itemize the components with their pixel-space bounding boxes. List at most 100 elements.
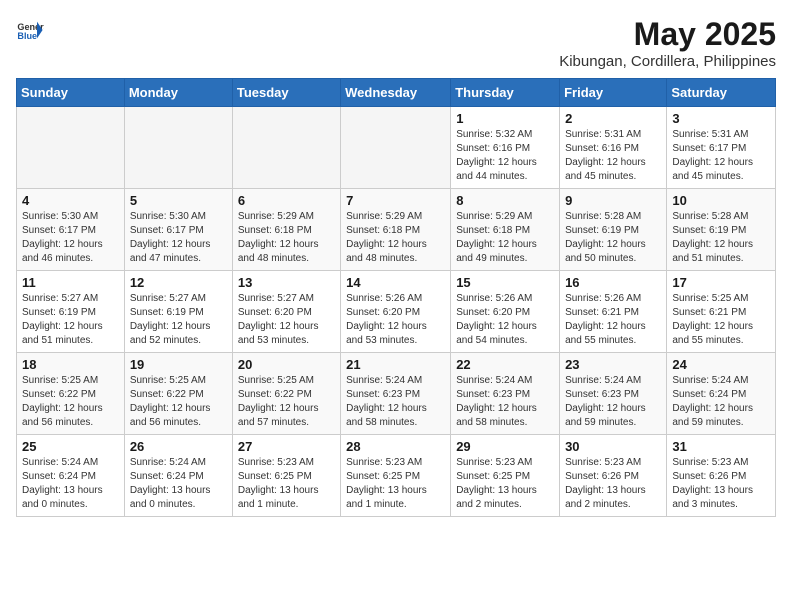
calendar-cell: 9 Sunrise: 5:28 AM Sunset: 6:19 PM Daylig… (560, 189, 667, 271)
calendar-cell: 23 Sunrise: 5:24 AM Sunset: 6:23 PM Dayli… (560, 353, 667, 435)
location-title: Kibungan, Cordillera, Philippines (559, 53, 776, 70)
weekday-header-sunday: Sunday (17, 79, 125, 107)
day-info: Sunrise: 5:25 AM Sunset: 6:22 PM Dayligh… (238, 374, 335, 430)
logo-icon: General Blue (16, 16, 44, 44)
weekday-header-saturday: Saturday (667, 79, 776, 107)
day-info: Sunrise: 5:24 AM Sunset: 6:24 PM Dayligh… (672, 374, 770, 430)
weekday-header-friday: Friday (560, 79, 667, 107)
day-number: 1 (456, 111, 554, 126)
calendar-cell: 7Sunrise: 5:29 AM Sunset: 6:18 PM Daylig… (341, 189, 451, 271)
day-info: Sunrise: 5:28 AM Sunset: 6:19 PM Dayligh… (565, 210, 661, 266)
logo: General Blue (16, 16, 44, 44)
day-info: Sunrise: 5:30 AM Sunset: 6:17 PM Dayligh… (130, 210, 227, 266)
calendar-cell: 28 Sunrise: 5:23 AM Sunset: 6:25 PM Dayli… (341, 435, 451, 517)
calendar-cell: 12Sunrise: 5:27 AM Sunset: 6:19 PM Dayli… (124, 271, 232, 353)
day-info: Sunrise: 5:26 AM Sunset: 6:20 PM Dayligh… (456, 292, 554, 348)
day-number: 2 (565, 111, 661, 126)
calendar-cell: 2 Sunrise: 5:31 AM Sunset: 6:16 PM Daylig… (560, 107, 667, 189)
day-number: 15 (456, 275, 554, 290)
calendar-cell: 15 Sunrise: 5:26 AM Sunset: 6:20 PM Dayli… (451, 271, 560, 353)
day-number: 26 (130, 439, 227, 454)
day-info: Sunrise: 5:23 AM Sunset: 6:26 PM Dayligh… (565, 456, 661, 512)
day-info: Sunrise: 5:29 AM Sunset: 6:18 PM Dayligh… (456, 210, 554, 266)
weekday-header-row: SundayMondayTuesdayWednesdayThursdayFrid… (17, 79, 776, 107)
calendar-cell: 4 Sunrise: 5:30 AM Sunset: 6:17 PM Daylig… (17, 189, 125, 271)
calendar-cell: 26 Sunrise: 5:24 AM Sunset: 6:24 PM Dayli… (124, 435, 232, 517)
calendar-cell: 5 Sunrise: 5:30 AM Sunset: 6:17 PM Daylig… (124, 189, 232, 271)
day-info: Sunrise: 5:27 AM Sunset: 6:20 PM Dayligh… (238, 292, 335, 348)
day-number: 24 (672, 357, 770, 372)
title-section: May 2025 Kibungan, Cordillera, Philippin… (559, 16, 776, 70)
calendar-cell: 14 Sunrise: 5:26 AM Sunset: 6:20 PM Dayli… (341, 271, 451, 353)
weekday-header-wednesday: Wednesday (341, 79, 451, 107)
day-info: Sunrise: 5:30 AM Sunset: 6:17 PM Dayligh… (22, 210, 119, 266)
day-info: Sunrise: 5:26 AM Sunset: 6:20 PM Dayligh… (346, 292, 445, 348)
day-number: 13 (238, 275, 335, 290)
day-number: 20 (238, 357, 335, 372)
day-number: 30 (565, 439, 661, 454)
calendar-cell: 16 Sunrise: 5:26 AM Sunset: 6:21 PM Dayli… (560, 271, 667, 353)
day-number: 10 (672, 193, 770, 208)
calendar-cell: 3 Sunrise: 5:31 AM Sunset: 6:17 PM Daylig… (667, 107, 776, 189)
calendar-cell: 17Sunrise: 5:25 AM Sunset: 6:21 PM Dayli… (667, 271, 776, 353)
day-info: Sunrise: 5:27 AM Sunset: 6:19 PM Dayligh… (22, 292, 119, 348)
day-info: Sunrise: 5:25 AM Sunset: 6:22 PM Dayligh… (22, 374, 119, 430)
day-info: Sunrise: 5:31 AM Sunset: 6:17 PM Dayligh… (672, 128, 770, 184)
day-number: 4 (22, 193, 119, 208)
calendar-table: SundayMondayTuesdayWednesdayThursdayFrid… (16, 78, 776, 517)
calendar-cell: 11 Sunrise: 5:27 AM Sunset: 6:19 PM Dayli… (17, 271, 125, 353)
calendar-cell: 21Sunrise: 5:24 AM Sunset: 6:23 PM Dayli… (341, 353, 451, 435)
day-number: 31 (672, 439, 770, 454)
day-info: Sunrise: 5:25 AM Sunset: 6:22 PM Dayligh… (130, 374, 227, 430)
day-number: 23 (565, 357, 661, 372)
svg-text:Blue: Blue (17, 31, 37, 41)
calendar-week-row: 4 Sunrise: 5:30 AM Sunset: 6:17 PM Daylig… (17, 189, 776, 271)
day-number: 18 (22, 357, 119, 372)
day-info: Sunrise: 5:24 AM Sunset: 6:24 PM Dayligh… (130, 456, 227, 512)
calendar-cell: 22Sunrise: 5:24 AM Sunset: 6:23 PM Dayli… (451, 353, 560, 435)
day-info: Sunrise: 5:29 AM Sunset: 6:18 PM Dayligh… (238, 210, 335, 266)
calendar-cell: 8 Sunrise: 5:29 AM Sunset: 6:18 PM Daylig… (451, 189, 560, 271)
weekday-header-monday: Monday (124, 79, 232, 107)
day-info: Sunrise: 5:24 AM Sunset: 6:23 PM Dayligh… (565, 374, 661, 430)
day-info: Sunrise: 5:28 AM Sunset: 6:19 PM Dayligh… (672, 210, 770, 266)
day-number: 27 (238, 439, 335, 454)
calendar-cell: 6 Sunrise: 5:29 AM Sunset: 6:18 PM Daylig… (232, 189, 340, 271)
day-number: 28 (346, 439, 445, 454)
calendar-cell: 18 Sunrise: 5:25 AM Sunset: 6:22 PM Dayli… (17, 353, 125, 435)
day-number: 25 (22, 439, 119, 454)
day-info: Sunrise: 5:24 AM Sunset: 6:23 PM Dayligh… (346, 374, 445, 430)
calendar-cell (232, 107, 340, 189)
day-info: Sunrise: 5:31 AM Sunset: 6:16 PM Dayligh… (565, 128, 661, 184)
weekday-header-thursday: Thursday (451, 79, 560, 107)
day-info: Sunrise: 5:25 AM Sunset: 6:21 PM Dayligh… (672, 292, 770, 348)
calendar-cell (17, 107, 125, 189)
day-number: 19 (130, 357, 227, 372)
calendar-cell: 30 Sunrise: 5:23 AM Sunset: 6:26 PM Dayli… (560, 435, 667, 517)
day-info: Sunrise: 5:23 AM Sunset: 6:26 PM Dayligh… (672, 456, 770, 512)
calendar-cell: 13 Sunrise: 5:27 AM Sunset: 6:20 PM Dayli… (232, 271, 340, 353)
day-info: Sunrise: 5:23 AM Sunset: 6:25 PM Dayligh… (346, 456, 445, 512)
page-header: General Blue May 2025 Kibungan, Cordille… (16, 16, 776, 70)
calendar-cell: 20 Sunrise: 5:25 AM Sunset: 6:22 PM Dayli… (232, 353, 340, 435)
calendar-cell: 25 Sunrise: 5:24 AM Sunset: 6:24 PM Dayli… (17, 435, 125, 517)
calendar-cell: 24 Sunrise: 5:24 AM Sunset: 6:24 PM Dayli… (667, 353, 776, 435)
day-number: 14 (346, 275, 445, 290)
calendar-cell: 27Sunrise: 5:23 AM Sunset: 6:25 PM Dayli… (232, 435, 340, 517)
calendar-cell (124, 107, 232, 189)
calendar-week-row: 18 Sunrise: 5:25 AM Sunset: 6:22 PM Dayli… (17, 353, 776, 435)
day-info: Sunrise: 5:32 AM Sunset: 6:16 PM Dayligh… (456, 128, 554, 184)
day-number: 3 (672, 111, 770, 126)
day-info: Sunrise: 5:24 AM Sunset: 6:24 PM Dayligh… (22, 456, 119, 512)
day-number: 9 (565, 193, 661, 208)
day-number: 12 (130, 275, 227, 290)
day-number: 8 (456, 193, 554, 208)
day-number: 6 (238, 193, 335, 208)
day-info: Sunrise: 5:26 AM Sunset: 6:21 PM Dayligh… (565, 292, 661, 348)
day-number: 16 (565, 275, 661, 290)
calendar-cell: 1 Sunrise: 5:32 AM Sunset: 6:16 PM Daylig… (451, 107, 560, 189)
day-number: 11 (22, 275, 119, 290)
day-number: 5 (130, 193, 227, 208)
calendar-week-row: 1 Sunrise: 5:32 AM Sunset: 6:16 PM Daylig… (17, 107, 776, 189)
calendar-cell: 10 Sunrise: 5:28 AM Sunset: 6:19 PM Dayli… (667, 189, 776, 271)
